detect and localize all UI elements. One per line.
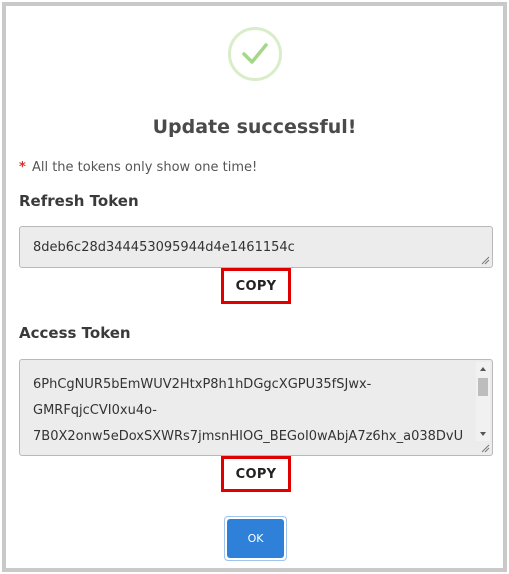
one-time-note: * All the tokens only show one time!: [19, 160, 257, 175]
scroll-down-arrow-icon[interactable]: [476, 427, 490, 441]
resize-grip-icon[interactable]: [480, 443, 490, 453]
resize-grip-icon[interactable]: [480, 255, 490, 265]
copy-access-token-button[interactable]: COPY: [221, 456, 291, 492]
access-token-field[interactable]: 6PhCgNUR5bEmWUV2HtxP8h1hDGgcXGPU35fSJwx-…: [19, 359, 493, 456]
scroll-up-arrow-icon[interactable]: [476, 362, 490, 376]
access-token-line: GMRFqjcCVI0xu4o-: [33, 403, 157, 418]
ok-button[interactable]: OK: [227, 519, 284, 558]
success-checkmark-icon: [228, 27, 282, 81]
refresh-token-label: Refresh Token: [19, 192, 139, 210]
access-token-line: 6PhCgNUR5bEmWUV2HtxP8h1hDGgcXGPU35fSJwx-: [33, 377, 372, 392]
access-token-value: 6PhCgNUR5bEmWUV2HtxP8h1hDGgcXGPU35fSJwx-…: [33, 372, 463, 450]
required-asterisk: *: [19, 160, 26, 175]
refresh-token-value: 8deb6c28d344453095944d4e1461154c: [33, 240, 295, 255]
dialog-title: Update successful!: [152, 116, 357, 138]
copy-refresh-token-button[interactable]: COPY: [221, 268, 291, 304]
access-token-label: Access Token: [19, 324, 131, 342]
scroll-thumb[interactable]: [478, 378, 488, 396]
access-token-line: 7B0X2onw5eDoxSXWRs7jmsnHIOG_BEGoI0wAbjA7…: [33, 429, 464, 444]
access-token-scrollbar[interactable]: [476, 362, 490, 441]
ok-button-focus-ring: OK: [224, 516, 287, 561]
refresh-token-field[interactable]: 8deb6c28d344453095944d4e1461154c: [19, 226, 493, 268]
note-text: All the tokens only show one time!: [31, 160, 258, 175]
